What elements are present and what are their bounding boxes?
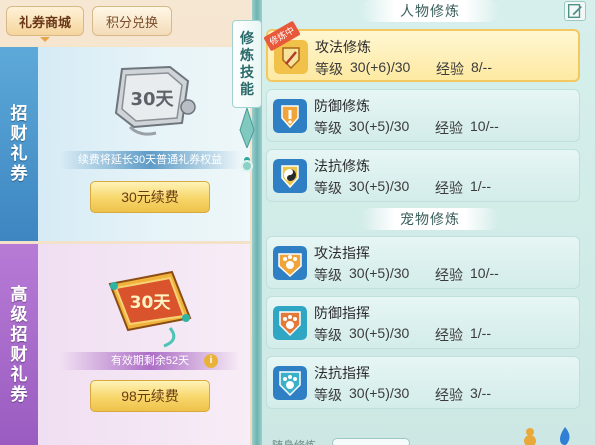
renew-30-button[interactable]: 30元续费 <box>90 181 210 213</box>
skill-name: 法抗指挥 <box>314 365 370 381</box>
skill-row-attack-cultivation[interactable]: 修炼中 攻法修炼 等级 30(+6)/30 经验 8/-- <box>263 20 580 82</box>
paw-resist-icon <box>273 366 307 400</box>
skill-row-defense-cultivation[interactable]: 防御修炼 等级 30(+5)/30 经验 10/-- <box>266 89 580 142</box>
paw-defense-icon <box>273 306 307 340</box>
level-value: 30(+5)/30 <box>349 385 410 401</box>
level-value: 30(+5)/30 <box>349 178 410 194</box>
exp-label: 经验 <box>436 61 464 77</box>
exp-value: 10/-- <box>470 118 499 134</box>
flame-icon[interactable] <box>556 426 574 445</box>
premium-coupon-card: 高级招财礼券 30天 有效期剩余52天 i 98元续费 <box>0 244 250 445</box>
yin-yang-shield-icon <box>273 159 307 193</box>
renew-98-button[interactable]: 98元续费 <box>90 380 210 412</box>
section-character-cultivation: 人物修炼 <box>360 0 500 22</box>
level-label: 等级 <box>314 387 342 403</box>
level-label: 等级 <box>315 61 343 77</box>
level-label: 等级 <box>314 120 342 136</box>
level-label: 等级 <box>314 267 342 283</box>
section-pet-cultivation: 宠物修炼 <box>360 208 500 230</box>
level-value: 30(+5)/30 <box>349 265 410 281</box>
exp-label: 经验 <box>435 387 463 403</box>
level-value: 30(+6)/30 <box>350 59 411 75</box>
defense-shield-icon <box>273 99 307 133</box>
portable-cultivation-label: 随身修炼 <box>272 437 316 445</box>
skill-name: 攻法指挥 <box>314 245 370 261</box>
gold-ticket-text: 30天 <box>130 293 172 313</box>
active-tab-indicator <box>40 37 50 42</box>
skill-name: 法抗修炼 <box>314 158 370 174</box>
premium-coupon-title: 高级招财礼券 <box>10 284 28 404</box>
info-icon[interactable]: i <box>204 354 218 368</box>
ribbon-decoration-icon <box>239 108 255 148</box>
silver-ticket-icon: 30天 <box>114 65 196 136</box>
cultivation-skills-label: 修炼技能 <box>240 30 254 97</box>
exp-label: 经验 <box>435 120 463 136</box>
paw-attack-icon <box>273 246 307 280</box>
coupon-panel: 礼券商城 积分兑换 招财礼券 30天 续费将延长30天普通礼券权益 30元续费 … <box>0 0 252 445</box>
gold-ticket-icon: 30天 <box>108 270 192 348</box>
edit-icon[interactable] <box>564 1 586 21</box>
premium-coupon-strip: 高级招财礼券 <box>0 244 38 445</box>
skill-name: 攻法修炼 <box>315 39 371 55</box>
level-value: 30(+5)/30 <box>349 325 410 341</box>
skill-row-pet-resist-command[interactable]: 法抗指挥 等级 30(+5)/30 经验 3/-- <box>266 356 580 409</box>
level-value: 30(+5)/30 <box>349 118 410 134</box>
tab-cultivation-skills[interactable]: 修炼技能 <box>232 20 262 108</box>
skill-row-pet-defense-command[interactable]: 防御指挥 等级 30(+5)/30 经验 1/-- <box>266 296 580 349</box>
tab-points-exchange[interactable]: 积分兑换 <box>92 6 172 36</box>
normal-coupon-title: 招财礼券 <box>10 104 28 183</box>
tab-coupon-mall[interactable]: 礼券商城 <box>6 6 84 36</box>
exp-value: 8/-- <box>471 59 492 75</box>
exp-value: 1/-- <box>470 325 491 341</box>
normal-coupon-strip: 招财礼券 <box>0 47 38 241</box>
exp-label: 经验 <box>435 327 463 343</box>
gourd-icon[interactable] <box>520 426 540 445</box>
silver-ticket-text: 30天 <box>130 89 174 110</box>
skill-name: 防御修炼 <box>314 98 370 114</box>
normal-coupon-note: 续费将延长30天普通礼券权益 <box>60 151 240 169</box>
level-label: 等级 <box>314 180 342 196</box>
skill-name: 防御指挥 <box>314 305 370 321</box>
exp-label: 经验 <box>435 267 463 283</box>
exp-value: 10/-- <box>470 265 499 281</box>
level-label: 等级 <box>314 327 342 343</box>
skill-row-pet-attack-command[interactable]: 攻法指挥 等级 30(+5)/30 经验 10/-- <box>266 236 580 289</box>
skill-row-resist-cultivation[interactable]: 法抗修炼 等级 30(+5)/30 经验 1/-- <box>266 149 580 202</box>
exp-value: 3/-- <box>470 385 491 401</box>
portable-cultivation-bar[interactable] <box>332 438 410 445</box>
exp-value: 1/-- <box>470 178 491 194</box>
normal-coupon-card: 招财礼券 30天 续费将延长30天普通礼券权益 30元续费 <box>0 46 250 241</box>
exp-label: 经验 <box>435 180 463 196</box>
scroll-knob[interactable] <box>241 160 253 172</box>
